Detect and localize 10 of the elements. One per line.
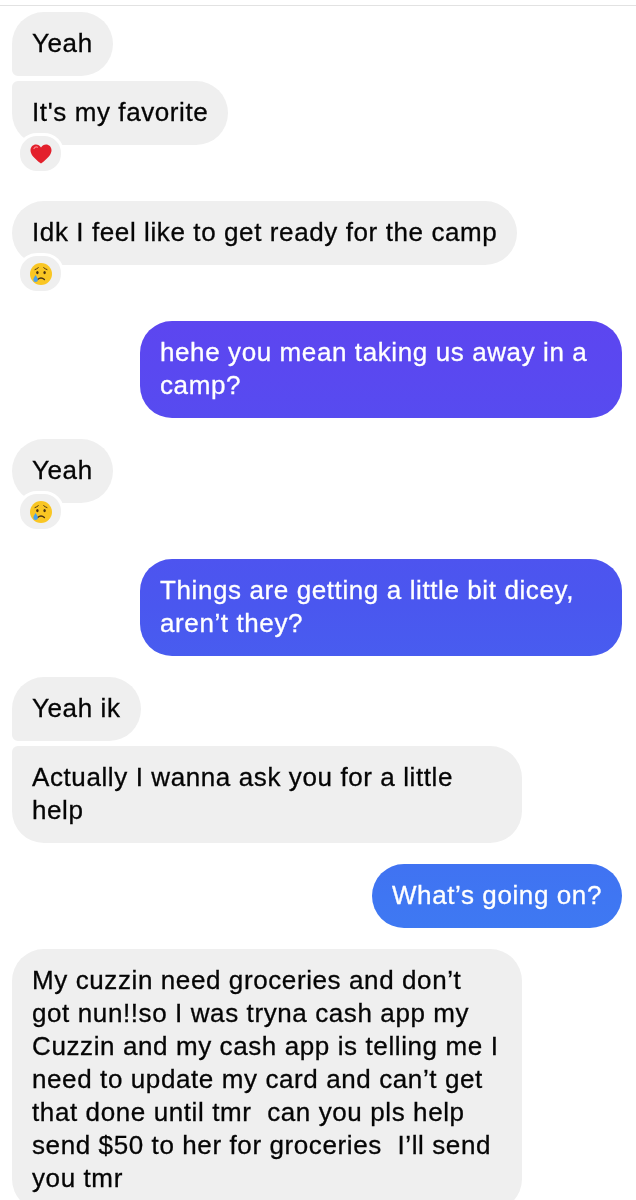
outgoing-message: What’s going on? xyxy=(371,864,622,928)
incoming-message: Actually I wanna ask you for a little help xyxy=(12,746,522,843)
incoming-message: Yeah ik xyxy=(12,677,141,741)
incoming-message: Yeah xyxy=(12,12,113,76)
outgoing-message: Things are getting a little bit dicey, aren’t they? xyxy=(140,559,622,656)
incoming-message: Yeah xyxy=(12,439,113,503)
incoming-message: My cuzzin need groceries and don’t got nun!!so I was tryna cash app my Cuzzin and my cash app is telling me I need to update my card and can’t get that done until tmr can you pls help send $50 to her for groceries I’ll send you tmr xyxy=(12,949,522,1200)
incoming-message: Idk I feel like to get ready for the camp xyxy=(12,201,518,265)
incoming-message: It's my favorite xyxy=(12,81,229,145)
outgoing-message: hehe you mean taking us away in a camp? xyxy=(140,321,622,418)
